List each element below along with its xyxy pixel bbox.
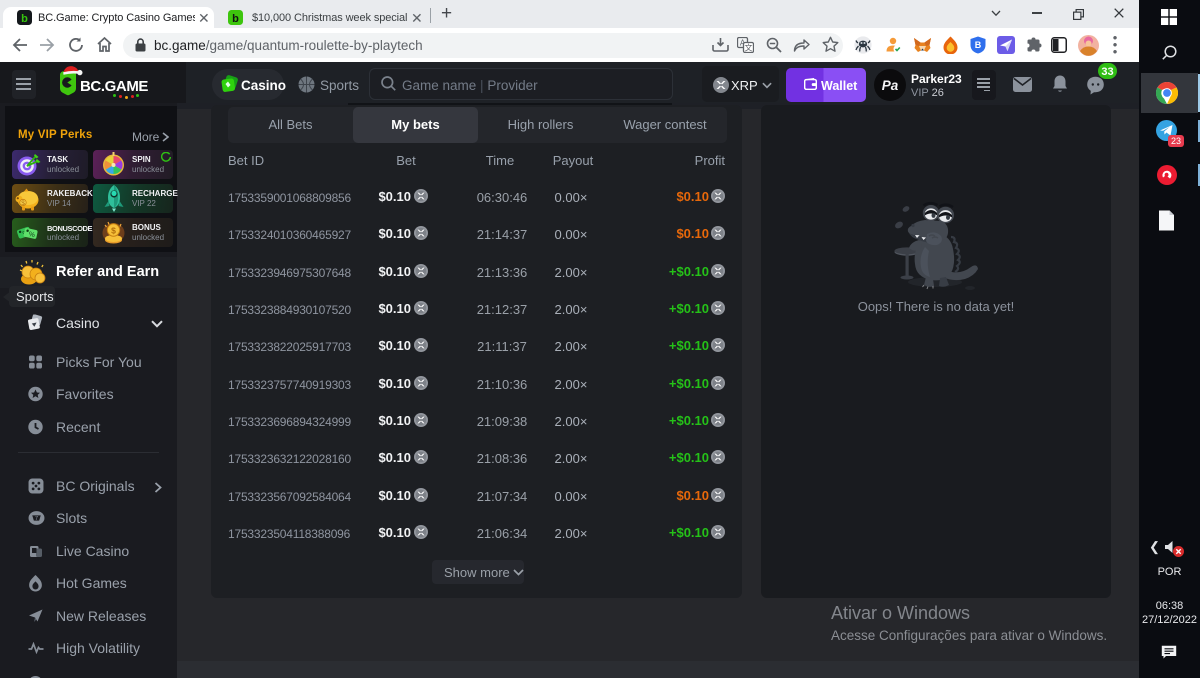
svg-text:b: b: [232, 13, 239, 25]
svg-text:7: 7: [35, 516, 38, 522]
svg-text:33: 33: [1101, 66, 1113, 78]
svg-text:b: b: [21, 13, 28, 25]
svg-text:Pa: Pa: [882, 78, 899, 93]
svg-text:$: $: [21, 200, 25, 207]
svg-text:B: B: [975, 40, 982, 50]
svg-text:$: $: [111, 226, 116, 236]
svg-text:文: 文: [745, 43, 753, 53]
